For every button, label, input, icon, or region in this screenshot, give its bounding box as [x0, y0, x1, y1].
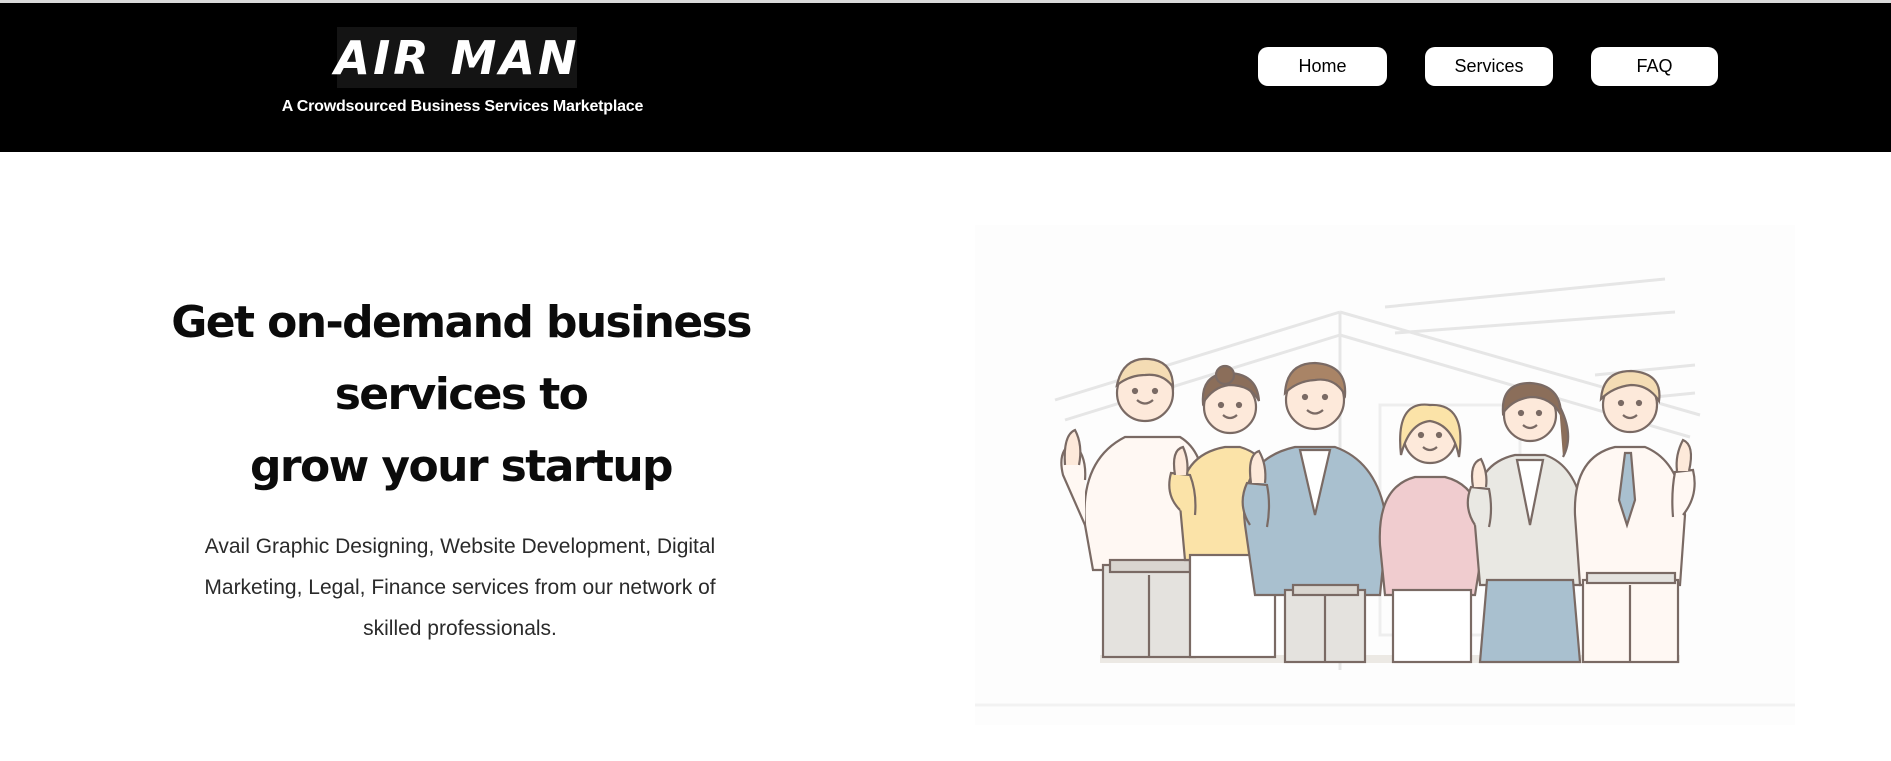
hero-headline-line1: Get on-demand business services to: [171, 297, 752, 420]
nav-home-button[interactable]: Home: [1258, 47, 1387, 86]
nav-faq-button[interactable]: FAQ: [1591, 47, 1718, 86]
hero-headline: Get on-demand business services to grow …: [80, 287, 842, 503]
tagline: A Crowdsourced Business Services Marketp…: [281, 98, 644, 115]
hero-description-line2: Marketing, Legal, Finance services from …: [204, 576, 716, 599]
site-header: AIR MAN A Crowdsourced Business Services…: [0, 3, 1891, 152]
hero-headline-line2: grow your startup: [250, 441, 674, 492]
hero-description-line3: skilled professionals.: [363, 617, 557, 640]
logo[interactable]: AIR MAN: [334, 27, 580, 88]
team-thumbs-up-illustration: [975, 225, 1795, 725]
hero-description: Avail Graphic Designing, Website Develop…: [180, 526, 740, 649]
logo-text: AIR MAN: [334, 30, 580, 85]
hero-description-line1: Avail Graphic Designing, Website Develop…: [204, 535, 716, 558]
nav-services-button[interactable]: Services: [1425, 47, 1553, 86]
